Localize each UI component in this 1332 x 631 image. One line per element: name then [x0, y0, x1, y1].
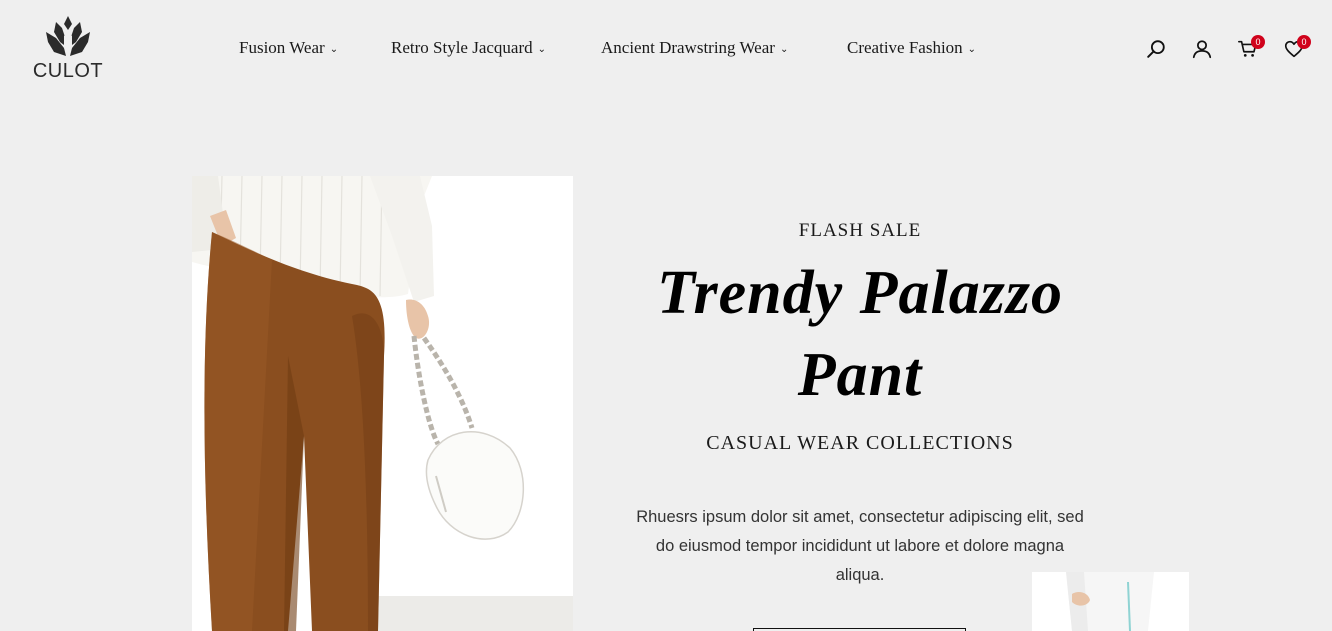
- lotus-logo-icon: [46, 16, 90, 56]
- secondary-product-thumbnail[interactable]: [1032, 572, 1189, 631]
- nav-item-fusion-wear[interactable]: Fusion Wear ⌄: [239, 38, 338, 58]
- user-icon: [1192, 40, 1212, 59]
- nav-item-label: Retro Style Jacquard: [391, 38, 533, 57]
- hero-content: FLASH SALE Trendy Palazzo Pant CASUAL WE…: [610, 220, 1110, 590]
- chevron-down-icon: ⌄: [967, 44, 977, 55]
- nav-item-label: Ancient Drawstring Wear: [601, 38, 775, 57]
- hero-headline-line-1: Trendy Palazzo: [656, 259, 1064, 327]
- chevron-down-icon: ⌄: [329, 44, 339, 55]
- account-button[interactable]: [1187, 34, 1217, 64]
- model-palazzo-pants-illustration: [192, 176, 573, 631]
- brand-name: CULOT: [32, 60, 104, 82]
- chevron-down-icon: ⌄: [779, 44, 789, 55]
- nav-item-label: Fusion Wear: [239, 38, 325, 57]
- cart-count-badge: 0: [1251, 35, 1265, 49]
- hero-eyebrow: FLASH SALE: [798, 220, 922, 241]
- nav-item-ancient-drawstring-wear[interactable]: Ancient Drawstring Wear ⌄: [601, 38, 788, 58]
- hero-headline-line-2: Pant: [797, 341, 923, 409]
- site-header: CULOT Fusion Wear ⌄ Retro Style Jacquard…: [0, 0, 1332, 100]
- nav-item-label: Creative Fashion: [847, 38, 963, 57]
- hero-description: Rhuesrs ipsum dolor sit amet, consectetu…: [636, 508, 1084, 584]
- hero-subhead: CASUAL WEAR COLLECTIONS: [706, 432, 1014, 454]
- search-button[interactable]: [1141, 34, 1171, 64]
- wishlist-count-badge: 0: [1297, 35, 1311, 49]
- brand-logo[interactable]: CULOT: [30, 14, 106, 86]
- model-white-shirt-illustration: [1032, 572, 1189, 631]
- hero-headline: Trendy Palazzo Pant: [610, 252, 1110, 416]
- wishlist-button[interactable]: 0: [1279, 34, 1311, 64]
- cart-button[interactable]: 0: [1233, 34, 1265, 64]
- hero-product-image: [192, 176, 573, 631]
- nav-item-retro-style-jacquard[interactable]: Retro Style Jacquard ⌄: [391, 38, 546, 58]
- chevron-down-icon: ⌄: [537, 44, 547, 55]
- search-icon: [1147, 40, 1165, 58]
- nav-item-creative-fashion[interactable]: Creative Fashion ⌄: [847, 38, 976, 58]
